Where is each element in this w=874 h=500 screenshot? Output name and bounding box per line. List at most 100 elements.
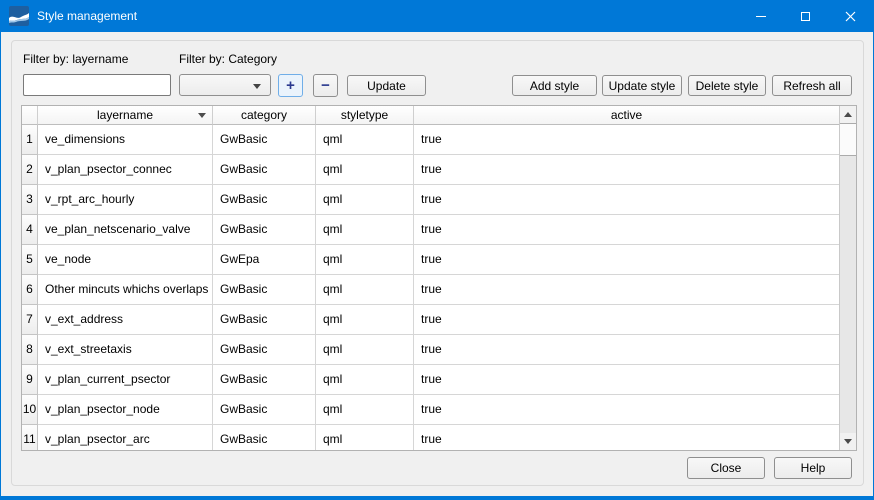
delete-style-button[interactable]: Delete style [688, 75, 766, 96]
cell-active[interactable]: true [414, 395, 839, 425]
row-number-cell: 1 [22, 125, 38, 155]
cell-layername[interactable]: v_ext_streetaxis [38, 335, 213, 365]
scrollbar-thumb[interactable] [840, 123, 856, 156]
cell-active[interactable]: true [414, 425, 839, 450]
titlebar[interactable]: Style management [1, 0, 873, 32]
row-number-cell: 10 [22, 395, 38, 425]
cell-styletype[interactable]: qml [316, 305, 414, 335]
cell-category[interactable]: GwBasic [213, 215, 316, 245]
cell-category[interactable]: GwEpa [213, 245, 316, 275]
cell-styletype[interactable]: qml [316, 275, 414, 305]
row-number-cell: 4 [22, 215, 38, 245]
column-header-active[interactable]: active [414, 106, 839, 125]
table-row[interactable]: 7 v_ext_address GwBasic qml true [22, 305, 839, 335]
cell-category[interactable]: GwBasic [213, 185, 316, 215]
refresh-all-button[interactable]: Refresh all [772, 75, 852, 96]
scrollbar-track[interactable] [840, 156, 856, 433]
cell-layername[interactable]: ve_dimensions [38, 125, 213, 155]
cell-styletype[interactable]: qml [316, 125, 414, 155]
add-style-button[interactable]: Add style [512, 75, 597, 96]
cell-active[interactable]: true [414, 215, 839, 245]
table-row[interactable]: 3 v_rpt_arc_hourly GwBasic qml true [22, 185, 839, 215]
category-filter-select[interactable] [179, 74, 271, 96]
row-number-cell: 9 [22, 365, 38, 395]
cell-category[interactable]: GwBasic [213, 155, 316, 185]
cell-styletype[interactable]: qml [316, 425, 414, 450]
cell-layername[interactable]: v_plan_psector_arc [38, 425, 213, 450]
cell-active[interactable]: true [414, 155, 839, 185]
layername-filter-input[interactable] [23, 74, 171, 96]
update-style-button[interactable]: Update style [602, 75, 682, 96]
cell-category[interactable]: GwBasic [213, 275, 316, 305]
cell-layername[interactable]: v_plan_psector_connec [38, 155, 213, 185]
arrow-up-icon [844, 112, 852, 117]
filter-category-label: Filter by: Category [179, 52, 277, 66]
update-filter-button[interactable]: Update [347, 75, 426, 96]
add-row-button[interactable]: + [278, 74, 303, 97]
cell-layername[interactable]: v_ext_address [38, 305, 213, 335]
remove-row-button[interactable]: − [313, 74, 338, 97]
row-number-cell: 7 [22, 305, 38, 335]
vertical-scrollbar[interactable] [839, 106, 856, 450]
table-row[interactable]: 10 v_plan_psector_node GwBasic qml true [22, 395, 839, 425]
column-header-styletype[interactable]: styletype [316, 106, 414, 125]
cell-category[interactable]: GwBasic [213, 125, 316, 155]
cell-styletype[interactable]: qml [316, 335, 414, 365]
cell-category[interactable]: GwBasic [213, 365, 316, 395]
cell-styletype[interactable]: qml [316, 365, 414, 395]
table-row[interactable]: 6 Other mincuts whichs overlaps GwBasic … [22, 275, 839, 305]
maximize-icon [801, 12, 810, 21]
row-number-cell: 8 [22, 335, 38, 365]
chevron-down-icon [253, 84, 261, 89]
column-header-layername[interactable]: layername [38, 106, 213, 125]
table-row[interactable]: 8 v_ext_streetaxis GwBasic qml true [22, 335, 839, 365]
table-grid: layername category styletype active 1 ve… [22, 106, 839, 450]
help-button[interactable]: Help [774, 457, 852, 479]
filter-layername-label: Filter by: layername [23, 52, 128, 66]
table-row[interactable]: 11 v_plan_psector_arc GwBasic qml true [22, 425, 839, 450]
table-row[interactable]: 1 ve_dimensions GwBasic qml true [22, 125, 839, 155]
cell-category[interactable]: GwBasic [213, 395, 316, 425]
row-number-cell: 5 [22, 245, 38, 275]
table-header: layername category styletype active [22, 106, 839, 125]
close-window-button[interactable] [828, 0, 873, 32]
cell-active[interactable]: true [414, 125, 839, 155]
cell-styletype[interactable]: qml [316, 245, 414, 275]
row-number-cell: 6 [22, 275, 38, 305]
cell-category[interactable]: GwBasic [213, 425, 316, 450]
cell-layername[interactable]: v_rpt_arc_hourly [38, 185, 213, 215]
cell-category[interactable]: GwBasic [213, 335, 316, 365]
cell-layername[interactable]: ve_plan_netscenario_valve [38, 215, 213, 245]
cell-layername[interactable]: v_plan_psector_node [38, 395, 213, 425]
cell-active[interactable]: true [414, 305, 839, 335]
cell-styletype[interactable]: qml [316, 185, 414, 215]
column-header-layername-label: layername [97, 108, 153, 122]
scroll-up-button[interactable] [840, 106, 856, 123]
cell-active[interactable]: true [414, 275, 839, 305]
cell-styletype[interactable]: qml [316, 155, 414, 185]
cell-active[interactable]: true [414, 335, 839, 365]
table-row[interactable]: 5 ve_node GwEpa qml true [22, 245, 839, 275]
cell-active[interactable]: true [414, 365, 839, 395]
cell-active[interactable]: true [414, 185, 839, 215]
minimize-button[interactable] [738, 0, 783, 32]
row-number-cell: 2 [22, 155, 38, 185]
scroll-down-button[interactable] [840, 433, 856, 450]
cell-category[interactable]: GwBasic [213, 305, 316, 335]
styles-table: layername category styletype active 1 ve… [21, 105, 857, 451]
table-row[interactable]: 9 v_plan_current_psector GwBasic qml tru… [22, 365, 839, 395]
column-header-rownum[interactable] [22, 106, 38, 125]
cell-styletype[interactable]: qml [316, 395, 414, 425]
cell-layername[interactable]: ve_node [38, 245, 213, 275]
cell-layername[interactable]: Other mincuts whichs overlaps [38, 275, 213, 305]
style-management-window: Style management Filter by: layername Fi… [0, 0, 874, 500]
close-icon [845, 11, 856, 22]
maximize-button[interactable] [783, 0, 828, 32]
cell-layername[interactable]: v_plan_current_psector [38, 365, 213, 395]
cell-active[interactable]: true [414, 245, 839, 275]
cell-styletype[interactable]: qml [316, 215, 414, 245]
column-header-category[interactable]: category [213, 106, 316, 125]
table-row[interactable]: 4 ve_plan_netscenario_valve GwBasic qml … [22, 215, 839, 245]
close-button[interactable]: Close [687, 457, 765, 479]
table-row[interactable]: 2 v_plan_psector_connec GwBasic qml true [22, 155, 839, 185]
